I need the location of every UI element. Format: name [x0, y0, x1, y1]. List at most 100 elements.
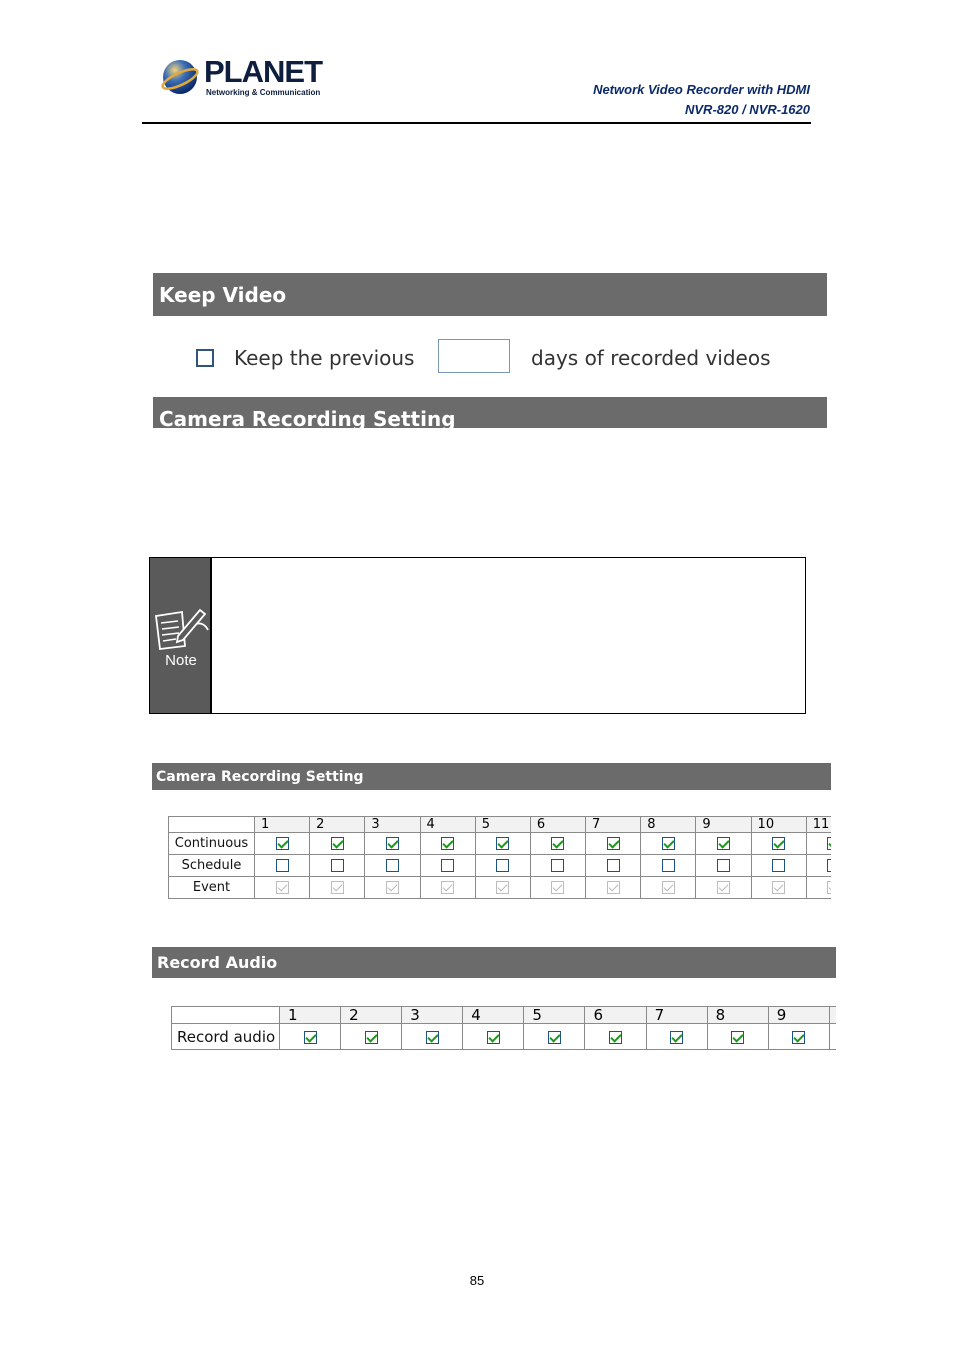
event-cell: [750, 876, 807, 899]
camera-col-3: 3: [364, 816, 421, 833]
continuous-checkbox-4[interactable]: [441, 837, 455, 850]
event-cell: [585, 876, 642, 899]
schedule-label: Schedule: [168, 854, 255, 877]
keep-video-title-bar: Keep Video: [153, 273, 827, 316]
record-audio-checkbox-8[interactable]: [731, 1030, 745, 1044]
schedule-checkbox-5[interactable]: [496, 859, 510, 872]
record-audio-title-bar: Record Audio: [152, 947, 836, 978]
event-checkbox-9: [716, 881, 730, 894]
record-audio-cell: [278, 1023, 342, 1050]
event-checkbox-11: [827, 881, 831, 894]
continuous-cell: [585, 832, 642, 855]
page-number: 85: [469, 1273, 485, 1288]
camera-header-row: 1 2 3 4 5 6 7 8 9 10 11: [168, 816, 831, 833]
continuous-cell: [529, 832, 587, 855]
record-audio-checkbox-4[interactable]: [486, 1030, 500, 1044]
continuous-checkbox-6[interactable]: [551, 837, 565, 850]
audio-col-7: 7: [645, 1006, 708, 1024]
continuous-checkbox-1[interactable]: [275, 837, 289, 850]
record-audio-checkbox-2[interactable]: [364, 1030, 378, 1044]
record-audio-checkbox-7[interactable]: [670, 1030, 684, 1044]
schedule-cell: [474, 854, 531, 877]
camera-col-7: 7: [585, 816, 642, 833]
event-checkbox-5: [496, 881, 510, 894]
continuous-checkbox-9[interactable]: [716, 837, 730, 850]
record-audio-table: 1 2 3 4 5 6 7 8 9 10 Record audio: [171, 1006, 836, 1050]
schedule-checkbox-8[interactable]: [661, 859, 675, 872]
event-cell: [805, 876, 831, 899]
schedule-checkbox-4[interactable]: [441, 859, 455, 872]
schedule-checkbox-1[interactable]: [275, 859, 289, 872]
record-audio-checkbox-6[interactable]: [609, 1030, 623, 1044]
schedule-checkbox-9[interactable]: [716, 859, 730, 872]
record-audio-cell: [401, 1023, 464, 1050]
continuous-cell: [253, 832, 311, 855]
schedule-cell: [309, 854, 366, 877]
schedule-cell: [805, 854, 831, 877]
schedule-cell: [253, 854, 311, 877]
camera-col-6: 6: [529, 816, 587, 833]
schedule-cell: [419, 854, 476, 877]
days-recorded-label: days of recorded videos: [531, 346, 771, 370]
event-cell: [419, 876, 476, 899]
continuous-checkbox-10[interactable]: [772, 837, 786, 850]
camera-col-2: 2: [309, 816, 366, 833]
continuous-cell: [695, 832, 752, 855]
schedule-checkbox-6[interactable]: [551, 859, 565, 872]
record-audio-cell: [340, 1023, 403, 1050]
continuous-cell: [419, 832, 476, 855]
schedule-checkbox-10[interactable]: [772, 859, 786, 872]
audio-col-4: 4: [462, 1006, 525, 1024]
schedule-checkbox-11[interactable]: [827, 859, 831, 872]
continuous-cell: [640, 832, 697, 855]
event-checkbox-1: [275, 881, 289, 894]
continuous-cell: [474, 832, 531, 855]
event-cell: [309, 876, 366, 899]
keep-days-input[interactable]: [438, 339, 510, 373]
keep-video-checkbox[interactable]: [196, 349, 214, 367]
schedule-cell: [364, 854, 421, 877]
audio-col-2: 2: [340, 1006, 403, 1024]
schedule-checkbox-3[interactable]: [385, 859, 399, 872]
audio-col-8: 8: [706, 1006, 769, 1024]
record-audio-cell: [706, 1023, 769, 1050]
event-cell: [695, 876, 752, 899]
corner-cell: [168, 816, 255, 833]
continuous-cell: [364, 832, 421, 855]
event-row: Event: [168, 876, 831, 899]
continuous-checkbox-7[interactable]: [606, 837, 620, 850]
schedule-row: Schedule: [168, 854, 831, 877]
audio-header-row: 1 2 3 4 5 6 7 8 9 10: [171, 1006, 836, 1024]
record-audio-checkbox-3[interactable]: [425, 1030, 439, 1044]
record-audio-checkbox-5[interactable]: [547, 1030, 561, 1044]
camera-col-4: 4: [419, 816, 476, 833]
schedule-checkbox-2[interactable]: [330, 859, 344, 872]
continuous-checkbox-2[interactable]: [330, 837, 344, 850]
audio-col-9: 9: [767, 1006, 830, 1024]
camera-recording-table: 1 2 3 4 5 6 7 8 9 10 11 Continuous Sched…: [168, 816, 831, 899]
camera-col-5: 5: [474, 816, 531, 833]
record-audio-table-panel: 1 2 3 4 5 6 7 8 9 10 Record audio: [171, 1006, 836, 1051]
event-cell: [253, 876, 311, 899]
record-audio-checkbox-1[interactable]: [303, 1030, 317, 1044]
continuous-checkbox-8[interactable]: [661, 837, 675, 850]
schedule-cell: [750, 854, 807, 877]
doc-title-line-2: NVR-820 / NVR-1620: [685, 102, 810, 117]
event-checkbox-7: [606, 881, 620, 894]
event-checkbox-2: [330, 881, 344, 894]
continuous-checkbox-5[interactable]: [496, 837, 510, 850]
event-cell: [364, 876, 421, 899]
schedule-checkbox-7[interactable]: [606, 859, 620, 872]
camera-recording-title-bar-partial: Camera Recording Setting: [153, 397, 827, 428]
record-audio-cell: [767, 1023, 830, 1050]
continuous-checkbox-11[interactable]: [827, 837, 831, 850]
globe-icon: [161, 60, 199, 94]
audio-col-3: 3: [401, 1006, 464, 1024]
continuous-checkbox-3[interactable]: [385, 837, 399, 850]
continuous-cell: [309, 832, 366, 855]
record-audio-checkbox-9[interactable]: [792, 1030, 806, 1044]
record-audio-cell: [645, 1023, 708, 1050]
event-checkbox-10: [772, 881, 786, 894]
record-audio-row: Record audio: [171, 1023, 836, 1050]
continuous-label: Continuous: [168, 832, 255, 855]
